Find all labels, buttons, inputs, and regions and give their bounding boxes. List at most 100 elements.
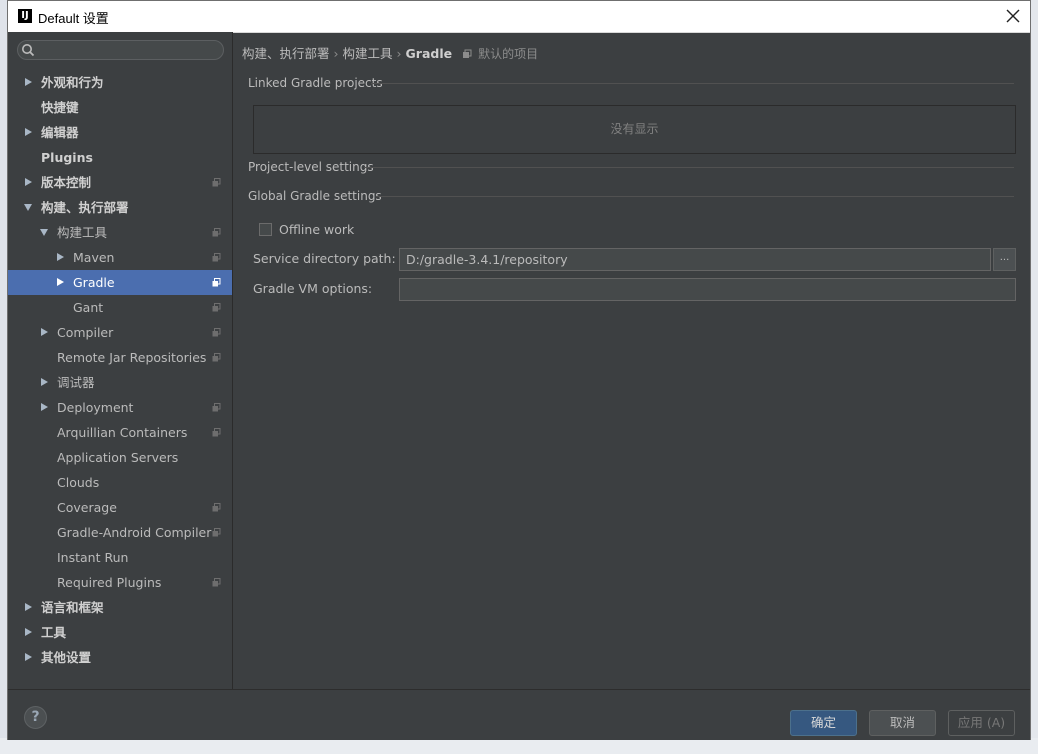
project-copy-icon: [212, 303, 221, 312]
tree-item-label: Coverage: [57, 500, 117, 515]
settings-dialog: IJ Default 设置 外观和行为 快捷键 编辑器 Plugins 版本控制 构建、执…: [7, 0, 1031, 740]
collapsed-arrow-icon[interactable]: [25, 628, 32, 636]
collapsed-arrow-icon[interactable]: [57, 278, 64, 286]
tree-item-label: 语言和框架: [41, 600, 104, 615]
collapsed-arrow-icon[interactable]: [41, 328, 48, 336]
linked-projects-list[interactable]: 没有显示: [253, 105, 1016, 154]
tree-item-label: 快捷键: [41, 100, 79, 115]
tree-item-label: 调试器: [57, 375, 95, 390]
project-copy-icon: [212, 228, 221, 237]
help-button[interactable]: ?: [24, 706, 47, 729]
search-icon: [22, 44, 35, 57]
gradle-vm-options-label: Gradle VM options:: [253, 281, 373, 296]
tree-item[interactable]: Remote Jar Repositories: [8, 345, 232, 370]
ok-button[interactable]: 确定: [790, 710, 857, 736]
tree-item[interactable]: Gradle: [8, 270, 232, 295]
cancel-button[interactable]: 取消: [869, 710, 936, 736]
project-copy-icon: [212, 578, 221, 587]
section-divider: [371, 83, 1014, 84]
service-directory-field[interactable]: D:/gradle-3.4.1/repository: [399, 248, 991, 271]
tree-item[interactable]: Compiler: [8, 320, 232, 345]
service-directory-label: Service directory path:: [253, 251, 396, 266]
tree-item[interactable]: Coverage: [8, 495, 232, 520]
collapsed-arrow-icon[interactable]: [41, 403, 48, 411]
tree-item-label: Maven: [73, 250, 115, 265]
tree-item-label: 外观和行为: [41, 75, 104, 90]
tree-item-label: 构建工具: [57, 225, 108, 240]
collapsed-arrow-icon[interactable]: [57, 253, 64, 261]
tree-item[interactable]: 版本控制: [8, 170, 232, 195]
tree-item[interactable]: 构建、执行部署: [8, 195, 232, 220]
collapsed-arrow-icon[interactable]: [25, 653, 32, 661]
project-copy-icon: [212, 353, 221, 362]
offline-work-label[interactable]: Offline work: [279, 222, 354, 237]
tree-item[interactable]: Application Servers: [8, 445, 232, 470]
dialog-button-bar: ? 确定 取消 应用 (A): [8, 689, 1030, 740]
tree-item-label: 版本控制: [41, 175, 92, 190]
tree-item[interactable]: 外观和行为: [8, 70, 232, 95]
tree-item[interactable]: Clouds: [8, 470, 232, 495]
browse-button[interactable]: ...: [993, 248, 1016, 271]
tree-item-label: Instant Run: [57, 550, 129, 565]
linked-projects-heading: Linked Gradle projects: [248, 76, 383, 90]
window-title: Default 设置: [38, 11, 109, 26]
intellij-app-icon: IJ: [18, 9, 32, 23]
tree-item[interactable]: Arquillian Containers: [8, 420, 232, 445]
project-copy-icon: [212, 403, 221, 412]
tree-item[interactable]: Gradle-Android Compiler: [8, 520, 232, 545]
project-copy-icon: [212, 278, 221, 287]
tree-item[interactable]: 快捷键: [8, 95, 232, 120]
global-settings-heading: Global Gradle settings: [248, 189, 382, 203]
section-divider: [364, 167, 1014, 168]
collapsed-arrow-icon[interactable]: [25, 178, 32, 186]
tree-item[interactable]: Required Plugins: [8, 570, 232, 595]
project-copy-icon: [212, 428, 221, 437]
collapsed-arrow-icon[interactable]: [25, 78, 32, 86]
tree-item-label: Required Plugins: [57, 575, 162, 590]
section-divider: [376, 196, 1014, 197]
tree-item-label: 构建、执行部署: [41, 200, 129, 215]
tree-item-label: Application Servers: [57, 450, 179, 465]
tree-item[interactable]: 编辑器: [8, 120, 232, 145]
tree-item[interactable]: Gant: [8, 295, 232, 320]
tree-item[interactable]: Deployment: [8, 395, 232, 420]
tree-item-label: Compiler: [57, 325, 114, 340]
search-input[interactable]: [17, 40, 224, 60]
tree-item[interactable]: Maven: [8, 245, 232, 270]
tree-item[interactable]: 工具: [8, 620, 232, 645]
expanded-arrow-icon[interactable]: [24, 204, 32, 211]
tree-item-label: Plugins: [41, 150, 93, 165]
gradle-vm-options-field[interactable]: [399, 278, 1016, 301]
tree-item[interactable]: Plugins: [8, 145, 232, 170]
tree-item[interactable]: 其他设置: [8, 645, 232, 670]
close-icon[interactable]: [1002, 5, 1024, 27]
default-project-copy-icon: [463, 49, 472, 58]
collapsed-arrow-icon[interactable]: [25, 128, 32, 136]
collapsed-arrow-icon[interactable]: [25, 603, 32, 611]
project-copy-icon: [212, 528, 221, 537]
tree-item-label: Arquillian Containers: [57, 425, 188, 440]
breadcrumb-separator: ›: [333, 46, 339, 61]
breadcrumb-item[interactable]: 构建工具: [343, 46, 393, 61]
project-level-heading: Project-level settings: [248, 160, 374, 174]
desktop-background-bottom: [0, 738, 1038, 754]
offline-work-checkbox[interactable]: [259, 223, 272, 236]
tree-item[interactable]: Instant Run: [8, 545, 232, 570]
title-bar[interactable]: IJ Default 设置: [8, 1, 1030, 33]
tree-item-label: 其他设置: [41, 650, 92, 665]
tree-item-label: Clouds: [57, 475, 100, 490]
expanded-arrow-icon[interactable]: [40, 229, 48, 236]
collapsed-arrow-icon[interactable]: [41, 378, 48, 386]
tree-item-label: Gradle: [73, 275, 115, 290]
tree-item-label: 编辑器: [41, 125, 79, 140]
tree-item-label: Deployment: [57, 400, 134, 415]
tree-item[interactable]: 调试器: [8, 370, 232, 395]
project-copy-icon: [212, 503, 221, 512]
tree-item[interactable]: 构建工具: [8, 220, 232, 245]
apply-button[interactable]: 应用 (A): [948, 710, 1015, 736]
breadcrumb: 构建、执行部署 › 构建工具 › Gradle 默认的项目: [242, 43, 538, 62]
tree-item-label: Gant: [73, 300, 104, 315]
tree-item[interactable]: 语言和框架: [8, 595, 232, 620]
settings-tree-panel: 外观和行为快捷键编辑器 Plugins 版本控制构建、执行部署 构建工具 Maven Gr…: [8, 32, 233, 689]
breadcrumb-item[interactable]: 构建、执行部署: [242, 46, 330, 61]
